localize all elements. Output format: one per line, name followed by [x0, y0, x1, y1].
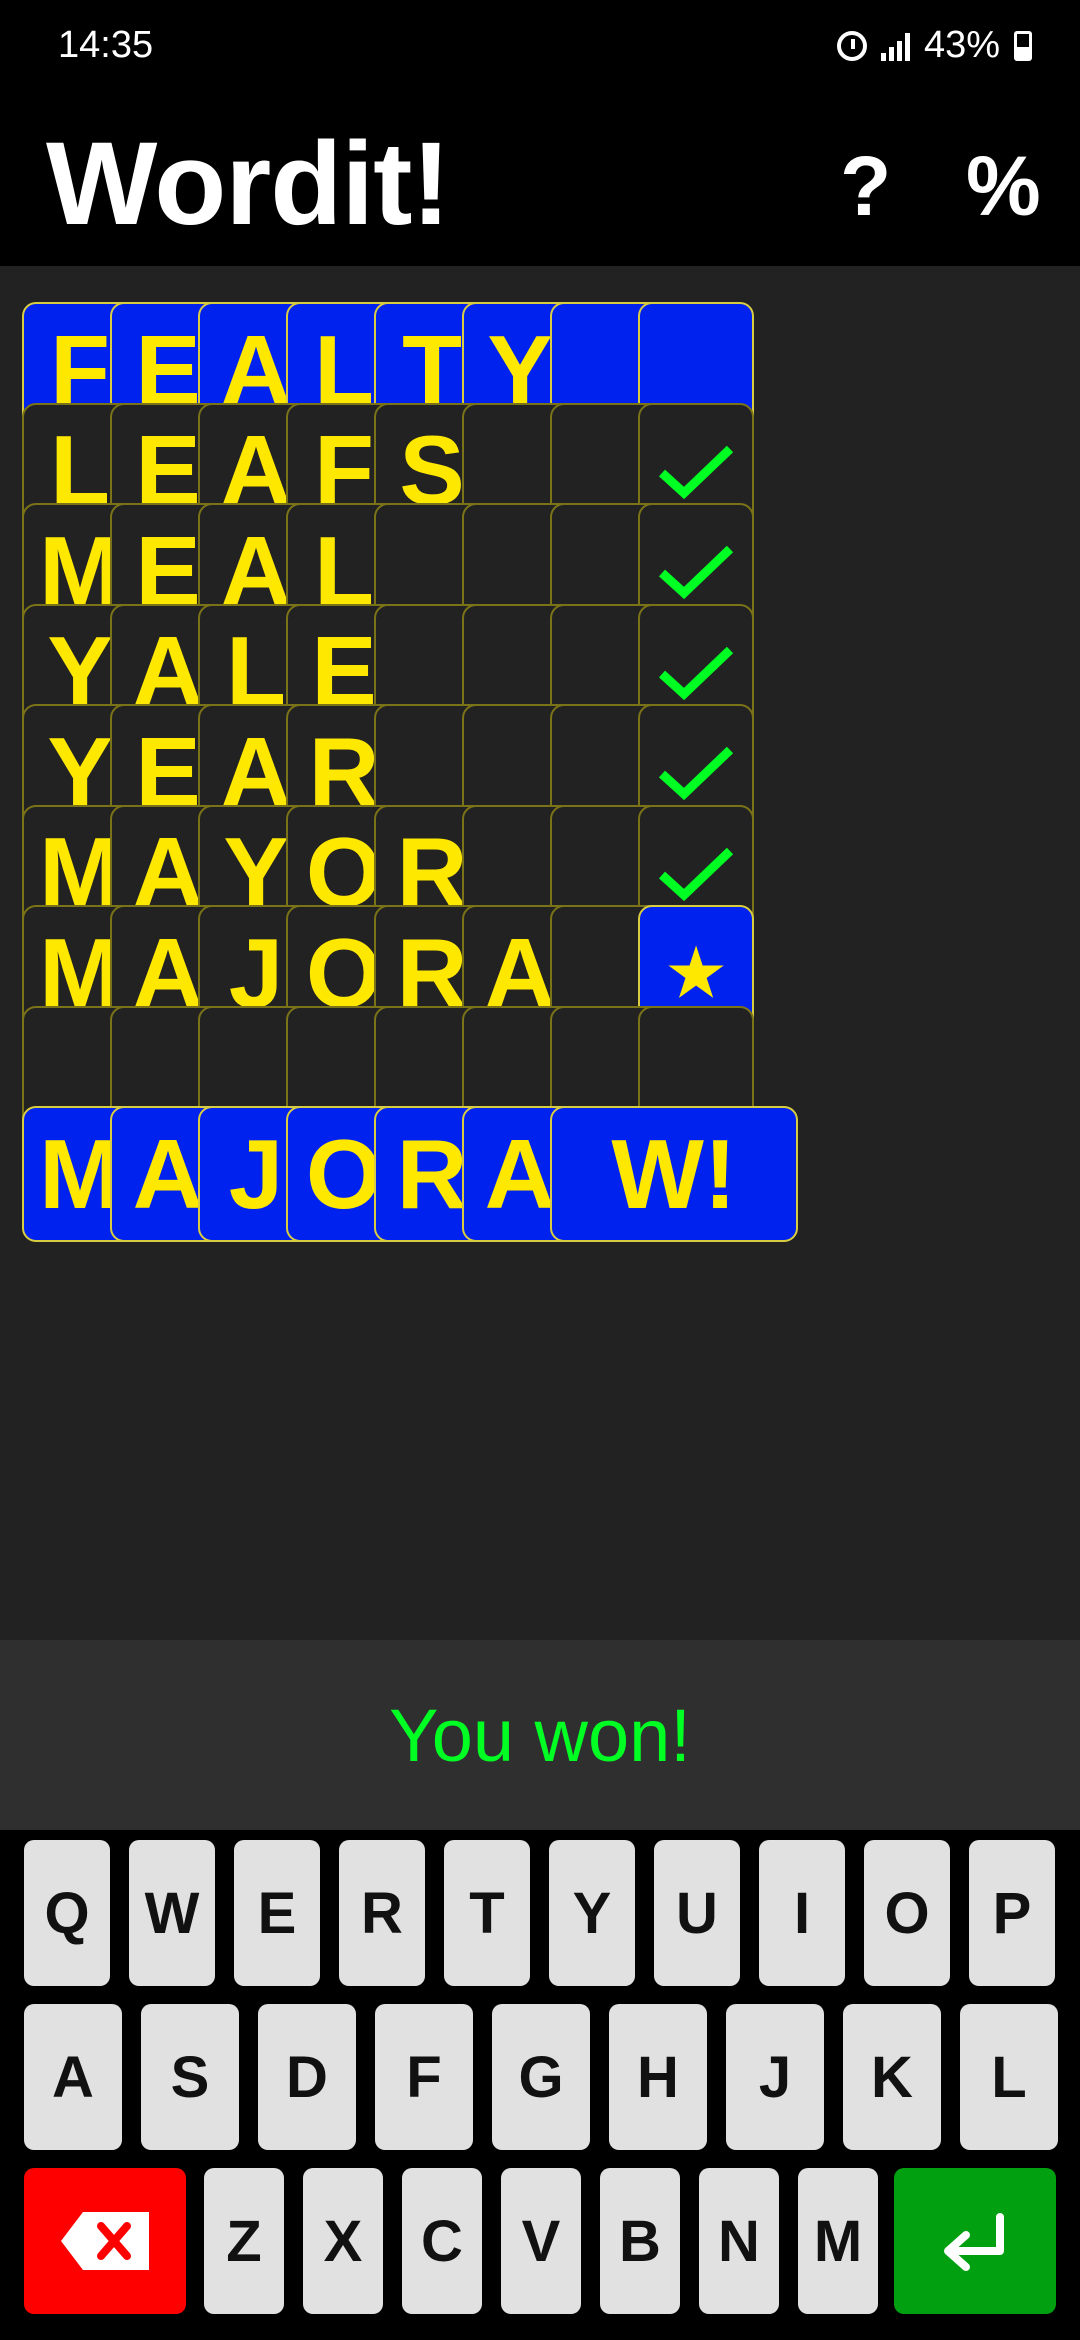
app-bar: Wordit! ? %: [0, 100, 1080, 266]
key-e[interactable]: E: [234, 1840, 320, 1986]
backspace-icon: [61, 2212, 149, 2270]
result-message: You won!: [389, 1693, 691, 1777]
key-t[interactable]: T: [444, 1840, 530, 1986]
alarm-icon: [836, 30, 867, 61]
keyboard: QWERTYUIOP ASDFGHJKL ZXCVBNM: [0, 1830, 1080, 2340]
key-u[interactable]: U: [654, 1840, 740, 1986]
key-n[interactable]: N: [699, 2168, 779, 2314]
check-icon: [658, 646, 734, 700]
key-f[interactable]: F: [375, 2004, 473, 2150]
game-board: F E A L T Y L E A F S M E A L Y A L E Y E A R M A Y O R M A J O R A ★ M A J O R…: [0, 266, 1080, 1640]
key-y[interactable]: Y: [549, 1840, 635, 1986]
key-b[interactable]: B: [600, 2168, 680, 2314]
status-icons: 43%: [836, 24, 1032, 67]
check-icon: [658, 746, 734, 801]
stats-button[interactable]: %: [966, 138, 1041, 235]
battery-icon: [1014, 30, 1032, 61]
key-c[interactable]: C: [402, 2168, 482, 2314]
star-icon: ★: [667, 936, 725, 1009]
key-z[interactable]: Z: [204, 2168, 284, 2314]
key-h[interactable]: H: [609, 2004, 707, 2150]
key-v[interactable]: V: [501, 2168, 581, 2314]
enter-key[interactable]: [894, 2168, 1056, 2314]
signal-icon: [880, 31, 910, 61]
key-d[interactable]: D: [258, 2004, 356, 2150]
key-o[interactable]: O: [864, 1840, 950, 1986]
check-icon: [658, 445, 734, 499]
key-q[interactable]: Q: [24, 1840, 110, 1986]
enter-icon: [944, 2213, 1004, 2271]
status-bar: 14:35 43%: [0, 0, 1080, 100]
status-time: 14:35: [58, 24, 154, 66]
key-m[interactable]: M: [798, 2168, 878, 2314]
battery-percent: 43%: [923, 24, 1000, 66]
result-tile: W!: [550, 1106, 798, 1242]
message-bar: You won!: [0, 1640, 1080, 1830]
key-j[interactable]: J: [726, 2004, 824, 2150]
app-title: Wordit!: [46, 118, 451, 250]
check-icon: [658, 847, 734, 901]
key-r[interactable]: R: [339, 1840, 425, 1986]
delete-key[interactable]: [24, 2168, 186, 2314]
key-a[interactable]: A: [24, 2004, 122, 2150]
key-s[interactable]: S: [141, 2004, 239, 2150]
key-l[interactable]: L: [960, 2004, 1058, 2150]
help-button[interactable]: ?: [840, 138, 891, 235]
key-w[interactable]: W: [129, 1840, 215, 1986]
key-p[interactable]: P: [969, 1840, 1055, 1986]
key-g[interactable]: G: [492, 2004, 590, 2150]
key-x[interactable]: X: [303, 2168, 383, 2314]
key-i[interactable]: I: [759, 1840, 845, 1986]
key-k[interactable]: K: [843, 2004, 941, 2150]
check-icon: [658, 545, 734, 600]
